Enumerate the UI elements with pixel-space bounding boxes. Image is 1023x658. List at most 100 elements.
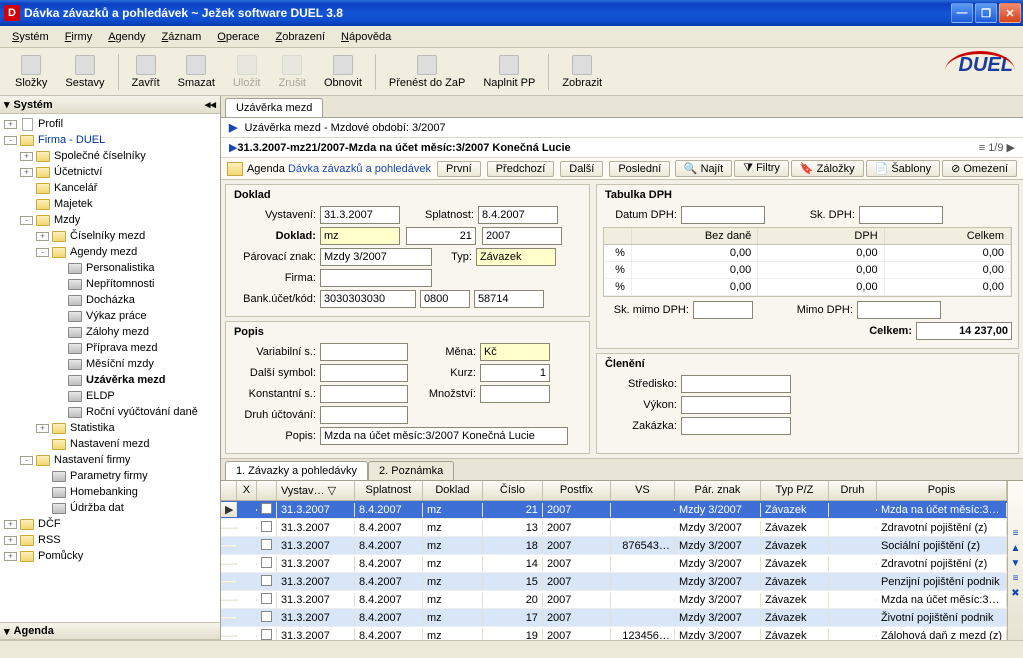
table-row[interactable]: ▶31.3.20078.4.2007mz212007Mzdy 3/2007Záv… bbox=[221, 501, 1007, 519]
tab-zavazky[interactable]: 1. Závazky a pohledávky bbox=[225, 461, 368, 480]
table-row[interactable]: 31.3.20078.4.2007mz192007123456…Mzdy 3/2… bbox=[221, 627, 1007, 640]
navbtn-první[interactable]: První bbox=[437, 161, 481, 177]
toolbtn-naplnit-pp[interactable]: Naplnit PP bbox=[474, 51, 544, 93]
tree-node[interactable]: Příprava mezd bbox=[0, 340, 220, 356]
col-vs[interactable]: VS bbox=[611, 481, 675, 500]
tab-poznamka[interactable]: 2. Poznámka bbox=[368, 461, 454, 480]
pane-chevron-icon[interactable]: ▾ bbox=[4, 98, 10, 111]
input-mnozstvi[interactable] bbox=[480, 385, 550, 403]
input-firma[interactable] bbox=[320, 269, 432, 287]
pane-chevron-icon[interactable]: ▾ bbox=[4, 625, 10, 638]
tree-node[interactable]: +Společné číselníky bbox=[0, 148, 220, 164]
col-doklad[interactable]: Doklad bbox=[423, 481, 483, 500]
col-postfix[interactable]: Postfix bbox=[543, 481, 611, 500]
tree-node[interactable]: +Statistika bbox=[0, 420, 220, 436]
tree-node[interactable]: -Nastavení firmy bbox=[0, 452, 220, 468]
toolbtn-složky[interactable]: Složky bbox=[6, 51, 56, 93]
table-row[interactable]: 31.3.20078.4.2007mz132007Mzdy 3/2007Záva… bbox=[221, 519, 1007, 537]
grid-body[interactable]: ▶31.3.20078.4.2007mz212007Mzdy 3/2007Záv… bbox=[221, 501, 1007, 640]
tree-node[interactable]: Kancelář bbox=[0, 180, 220, 196]
input-kurz[interactable] bbox=[480, 364, 550, 382]
col-parznak[interactable]: Pár. znak bbox=[675, 481, 761, 500]
menu-nápověda[interactable]: Nápověda bbox=[333, 28, 399, 46]
toolbtn-záložky[interactable]: 🔖 Záložky bbox=[791, 160, 864, 177]
input-mena[interactable] bbox=[480, 343, 550, 361]
input-doklad-cislo[interactable] bbox=[406, 227, 476, 245]
tree-node[interactable]: Majetek bbox=[0, 196, 220, 212]
input-datumdph[interactable] bbox=[681, 206, 765, 224]
col-splatnost[interactable]: Splatnost bbox=[355, 481, 423, 500]
tree-node[interactable]: Zálohy mezd bbox=[0, 324, 220, 340]
input-stredisko[interactable] bbox=[681, 375, 791, 393]
tree-node[interactable]: +Číselníky mezd bbox=[0, 228, 220, 244]
toolbtn-filtry[interactable]: ⧩ Filtry bbox=[734, 160, 789, 177]
col-delete[interactable]: X bbox=[237, 481, 257, 500]
tree-node[interactable]: Parametry firmy bbox=[0, 468, 220, 484]
toolbtn-smazat[interactable]: Smazat bbox=[169, 51, 224, 93]
records-grid[interactable]: X Vystav… ▽ Splatnost Doklad Číslo Postf… bbox=[221, 480, 1023, 640]
toolbtn-zavřít[interactable]: Zavřít bbox=[123, 51, 169, 93]
navbtn-další[interactable]: Další bbox=[560, 161, 603, 177]
input-skmimodph[interactable] bbox=[693, 301, 753, 319]
input-doklad-rok[interactable] bbox=[482, 227, 562, 245]
agenda-pane-header[interactable]: ▾ Agenda bbox=[0, 622, 220, 640]
input-doklad-prefix[interactable] bbox=[320, 227, 400, 245]
grid-side-btn[interactable]: ≡ bbox=[1013, 573, 1019, 584]
input-varsymbol[interactable] bbox=[320, 343, 408, 361]
pushpin-icon[interactable]: ◂◂ bbox=[205, 98, 216, 111]
tree-node[interactable]: Roční vyúčtování daně bbox=[0, 404, 220, 420]
input-zakazka[interactable] bbox=[681, 417, 791, 435]
input-skdph[interactable] bbox=[859, 206, 943, 224]
table-row[interactable]: 31.3.20078.4.2007mz172007Mzdy 3/2007Záva… bbox=[221, 609, 1007, 627]
grid-side-btn[interactable]: ▲ bbox=[1011, 543, 1021, 554]
grid-side-btn[interactable]: ✖ bbox=[1011, 588, 1019, 599]
grid-side-btn[interactable]: ≡ bbox=[1013, 528, 1019, 539]
input-dalsisymbol[interactable] bbox=[320, 364, 408, 382]
tree-node[interactable]: +Profil bbox=[0, 116, 220, 132]
tree-node[interactable]: -Mzdy bbox=[0, 212, 220, 228]
tree-node[interactable]: Homebanking bbox=[0, 484, 220, 500]
toolbtn-šablony[interactable]: 📄 Šablony bbox=[866, 160, 941, 177]
input-splatnost[interactable] bbox=[478, 206, 558, 224]
tree-node[interactable]: +Účetnictví bbox=[0, 164, 220, 180]
input-vystaveni[interactable] bbox=[320, 206, 400, 224]
tab-uzaverka-mezd[interactable]: Uzávěrka mezd bbox=[225, 98, 323, 117]
tree-node[interactable]: +RSS bbox=[0, 532, 220, 548]
toolbtn-sestavy[interactable]: Sestavy bbox=[56, 51, 113, 93]
input-bank-ucet[interactable] bbox=[320, 290, 416, 308]
col-druh[interactable]: Druh bbox=[829, 481, 877, 500]
input-mimodph[interactable] bbox=[857, 301, 941, 319]
col-vystaveni[interactable]: Vystav… ▽ bbox=[277, 481, 355, 500]
input-bank-spec[interactable] bbox=[474, 290, 544, 308]
grid-side-btn[interactable]: ▼ bbox=[1011, 558, 1021, 569]
menu-agendy[interactable]: Agendy bbox=[100, 28, 153, 46]
tree-node[interactable]: -Agendy mezd bbox=[0, 244, 220, 260]
input-popis[interactable] bbox=[320, 427, 568, 445]
input-konstsymbol[interactable] bbox=[320, 385, 408, 403]
navbtn-poslední[interactable]: Poslední bbox=[609, 161, 670, 177]
col-typpz[interactable]: Typ P/Z bbox=[761, 481, 829, 500]
tree-node[interactable]: Výkaz práce bbox=[0, 308, 220, 324]
input-druhuctovani[interactable] bbox=[320, 406, 408, 424]
toolbtn-omezení[interactable]: ⊘ Omezení bbox=[942, 160, 1017, 177]
toolbtn-zobrazit[interactable]: Zobrazit bbox=[553, 51, 611, 93]
navbtn-předchozí[interactable]: Předchozí bbox=[487, 161, 555, 177]
grid-side-markers[interactable]: ≡ ▲ ▼ ≡ ✖ bbox=[1007, 481, 1023, 640]
menu-firmy[interactable]: Firmy bbox=[57, 28, 101, 46]
col-check[interactable] bbox=[257, 481, 277, 500]
table-row[interactable]: 31.3.20078.4.2007mz142007Mzdy 3/2007Záva… bbox=[221, 555, 1007, 573]
menu-zobrazení[interactable]: Zobrazení bbox=[268, 28, 334, 46]
tree-node[interactable]: -Firma - DUEL bbox=[0, 132, 220, 148]
col-cislo[interactable]: Číslo bbox=[483, 481, 543, 500]
toolbtn-přenést-do-zap[interactable]: Přenést do ZaP bbox=[380, 51, 474, 93]
tree-node[interactable]: Docházka bbox=[0, 292, 220, 308]
toolbtn-obnovit[interactable]: Obnovit bbox=[315, 51, 371, 93]
tree-node[interactable]: +Pomůcky bbox=[0, 548, 220, 564]
tree-node[interactable]: Uzávěrka mezd bbox=[0, 372, 220, 388]
input-typ[interactable] bbox=[476, 248, 556, 266]
input-vykon[interactable] bbox=[681, 396, 791, 414]
tree-node[interactable]: +DČF bbox=[0, 516, 220, 532]
minimize-button[interactable]: — bbox=[951, 3, 973, 23]
table-row[interactable]: 31.3.20078.4.2007mz202007Mzdy 3/2007Záva… bbox=[221, 591, 1007, 609]
navigator-tree[interactable]: +Profil-Firma - DUEL+Společné číselníky+… bbox=[0, 114, 220, 622]
